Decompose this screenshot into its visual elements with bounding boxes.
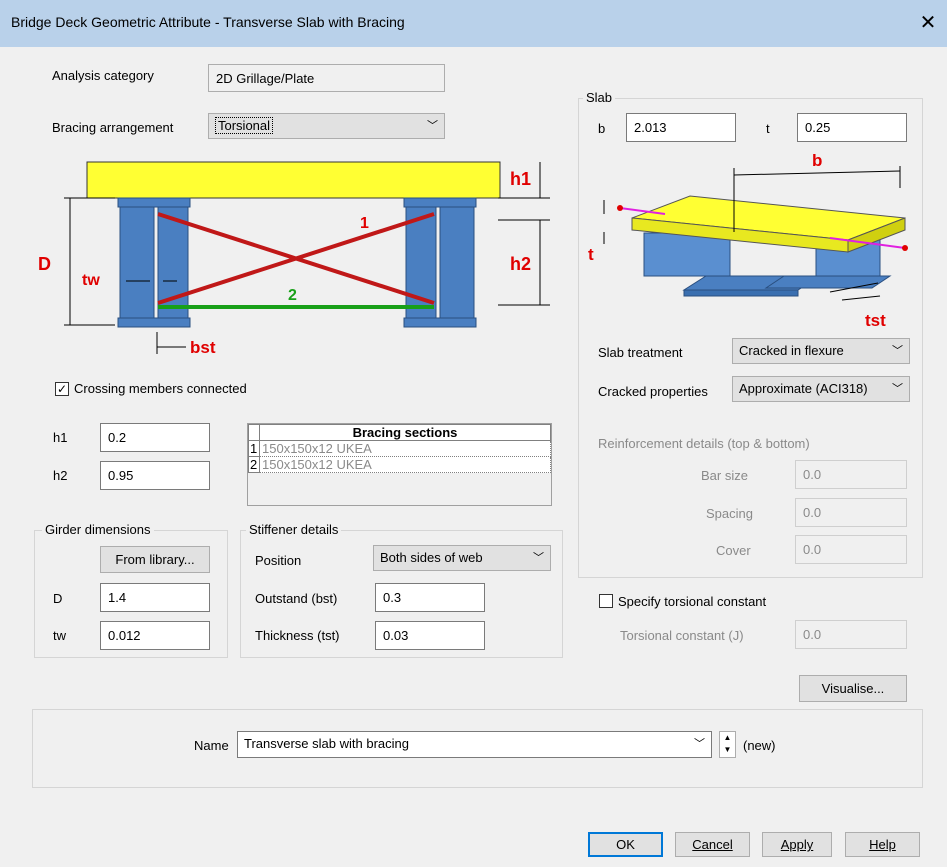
position-value: Both sides of web: [380, 550, 483, 565]
stiffener-details-title: Stiffener details: [246, 522, 342, 537]
title-bar: Bridge Deck Geometric Attribute - Transv…: [0, 0, 947, 47]
name-spinner[interactable]: ▲ ▼: [719, 731, 736, 758]
spacing-input[interactable]: 0.0: [795, 498, 907, 527]
spin-down-icon[interactable]: ▼: [720, 744, 735, 756]
chevron-down-icon: ﹀: [533, 552, 544, 564]
b-input[interactable]: 2.013: [626, 113, 736, 142]
cover-input[interactable]: 0.0: [795, 535, 907, 564]
ok-button[interactable]: OK: [588, 832, 663, 857]
slab-title: Slab: [583, 90, 616, 105]
chevron-down-icon: ﹀: [892, 383, 903, 395]
slab-treatment-select[interactable]: Cracked in flexure ﹀: [732, 338, 910, 364]
from-library-button[interactable]: From library...: [100, 546, 210, 573]
h2-label: h2: [53, 468, 68, 483]
bracing-arrangement-value: Torsional: [215, 117, 274, 134]
t-input[interactable]: 0.25: [797, 113, 907, 142]
h1-dim-label: h1: [510, 169, 531, 189]
tw-dim-label: tw: [82, 272, 100, 289]
spin-up-icon[interactable]: ▲: [720, 732, 735, 744]
close-icon[interactable]: ✕: [914, 9, 942, 37]
thickness-input[interactable]: 0.03: [375, 621, 485, 650]
tst-dim-label: tst: [865, 311, 886, 330]
b-label: b: [598, 121, 606, 136]
slab-diagram: b t tst: [588, 151, 908, 330]
torsional-constant-label: Torsional constant (J): [620, 628, 744, 643]
tw-label: tw: [53, 628, 66, 643]
cracked-properties-value: Approximate (ACI318): [739, 381, 868, 396]
bar-size-input[interactable]: 0.0: [795, 460, 907, 489]
crossing-members-checkbox[interactable]: ✓: [55, 382, 69, 396]
h1-label: h1: [53, 430, 68, 445]
tw-input[interactable]: 0.012: [100, 621, 210, 650]
bar-size-label: Bar size: [701, 468, 748, 483]
member-1-label: 1: [360, 215, 369, 232]
analysis-category-label: Analysis category: [52, 68, 154, 83]
cancel-button[interactable]: Cancel: [675, 832, 750, 857]
torsional-constant-checkbox[interactable]: [599, 594, 613, 608]
bracing-sections-grid[interactable]: Bracing sections 1 150x150x12 UKEA 2 150…: [247, 423, 552, 506]
t-label: t: [766, 121, 770, 136]
apply-button[interactable]: Apply: [762, 832, 832, 857]
analysis-category-field: 2D Grillage/Plate: [208, 64, 445, 92]
girder-dimensions-title: Girder dimensions: [42, 522, 154, 537]
bracing-diagram: 1 2 D tw h1 h2 bst: [38, 161, 550, 357]
window-title: Bridge Deck Geometric Attribute - Transv…: [11, 14, 405, 30]
slab-treatment-label: Slab treatment: [598, 345, 683, 360]
cracked-properties-label: Cracked properties: [598, 384, 708, 399]
table-row[interactable]: 2 150x150x12 UKEA: [248, 456, 551, 473]
torsional-constant-input[interactable]: 0.0: [795, 620, 907, 649]
outstand-input[interactable]: 0.3: [375, 583, 485, 612]
reinforcement-title: Reinforcement details (top & bottom): [598, 436, 810, 451]
bst-dim-label: bst: [190, 338, 216, 357]
slab-treatment-value: Cracked in flexure: [739, 343, 844, 358]
name-value: Transverse slab with bracing: [244, 736, 409, 751]
h1-input[interactable]: 0.2: [100, 423, 210, 452]
cracked-properties-select[interactable]: Approximate (ACI318) ﹀: [732, 376, 910, 402]
slab-b-dim-label: b: [812, 151, 822, 170]
chevron-down-icon: ﹀: [427, 120, 438, 132]
crossing-members-label: Crossing members connected: [74, 381, 247, 396]
position-select[interactable]: Both sides of web ﹀: [373, 545, 551, 571]
chevron-down-icon: ﹀: [892, 345, 903, 357]
D-dim-label: D: [38, 254, 51, 274]
D-label: D: [53, 591, 63, 606]
member-2-label: 2: [288, 287, 297, 304]
chevron-down-icon: ﹀: [694, 738, 705, 750]
torsional-constant-checkbox-label: Specify torsional constant: [618, 594, 767, 609]
bracing-arrangement-label: Bracing arrangement: [52, 120, 174, 135]
position-label: Position: [255, 553, 302, 568]
bracing-sections-header: Bracing sections: [259, 424, 551, 441]
deck-slab-shape: [86, 161, 501, 199]
help-button[interactable]: Help: [845, 832, 920, 857]
slab-t-dim-label: t: [588, 245, 594, 264]
outstand-label: Outstand (bst): [255, 591, 338, 606]
table-row[interactable]: 1 150x150x12 UKEA: [248, 440, 551, 457]
name-status: (new): [743, 738, 776, 753]
thickness-label: Thickness (tst): [255, 628, 340, 643]
spacing-label: Spacing: [706, 506, 753, 521]
visualise-button[interactable]: Visualise...: [799, 675, 907, 702]
name-combo[interactable]: Transverse slab with bracing ﹀: [237, 731, 712, 758]
D-input[interactable]: 1.4: [100, 583, 210, 612]
h2-input[interactable]: 0.95: [100, 461, 210, 490]
h2-dim-label: h2: [510, 254, 531, 274]
name-label: Name: [194, 738, 229, 753]
cover-label: Cover: [716, 543, 751, 558]
bracing-arrangement-select[interactable]: Torsional ﹀: [208, 113, 445, 139]
